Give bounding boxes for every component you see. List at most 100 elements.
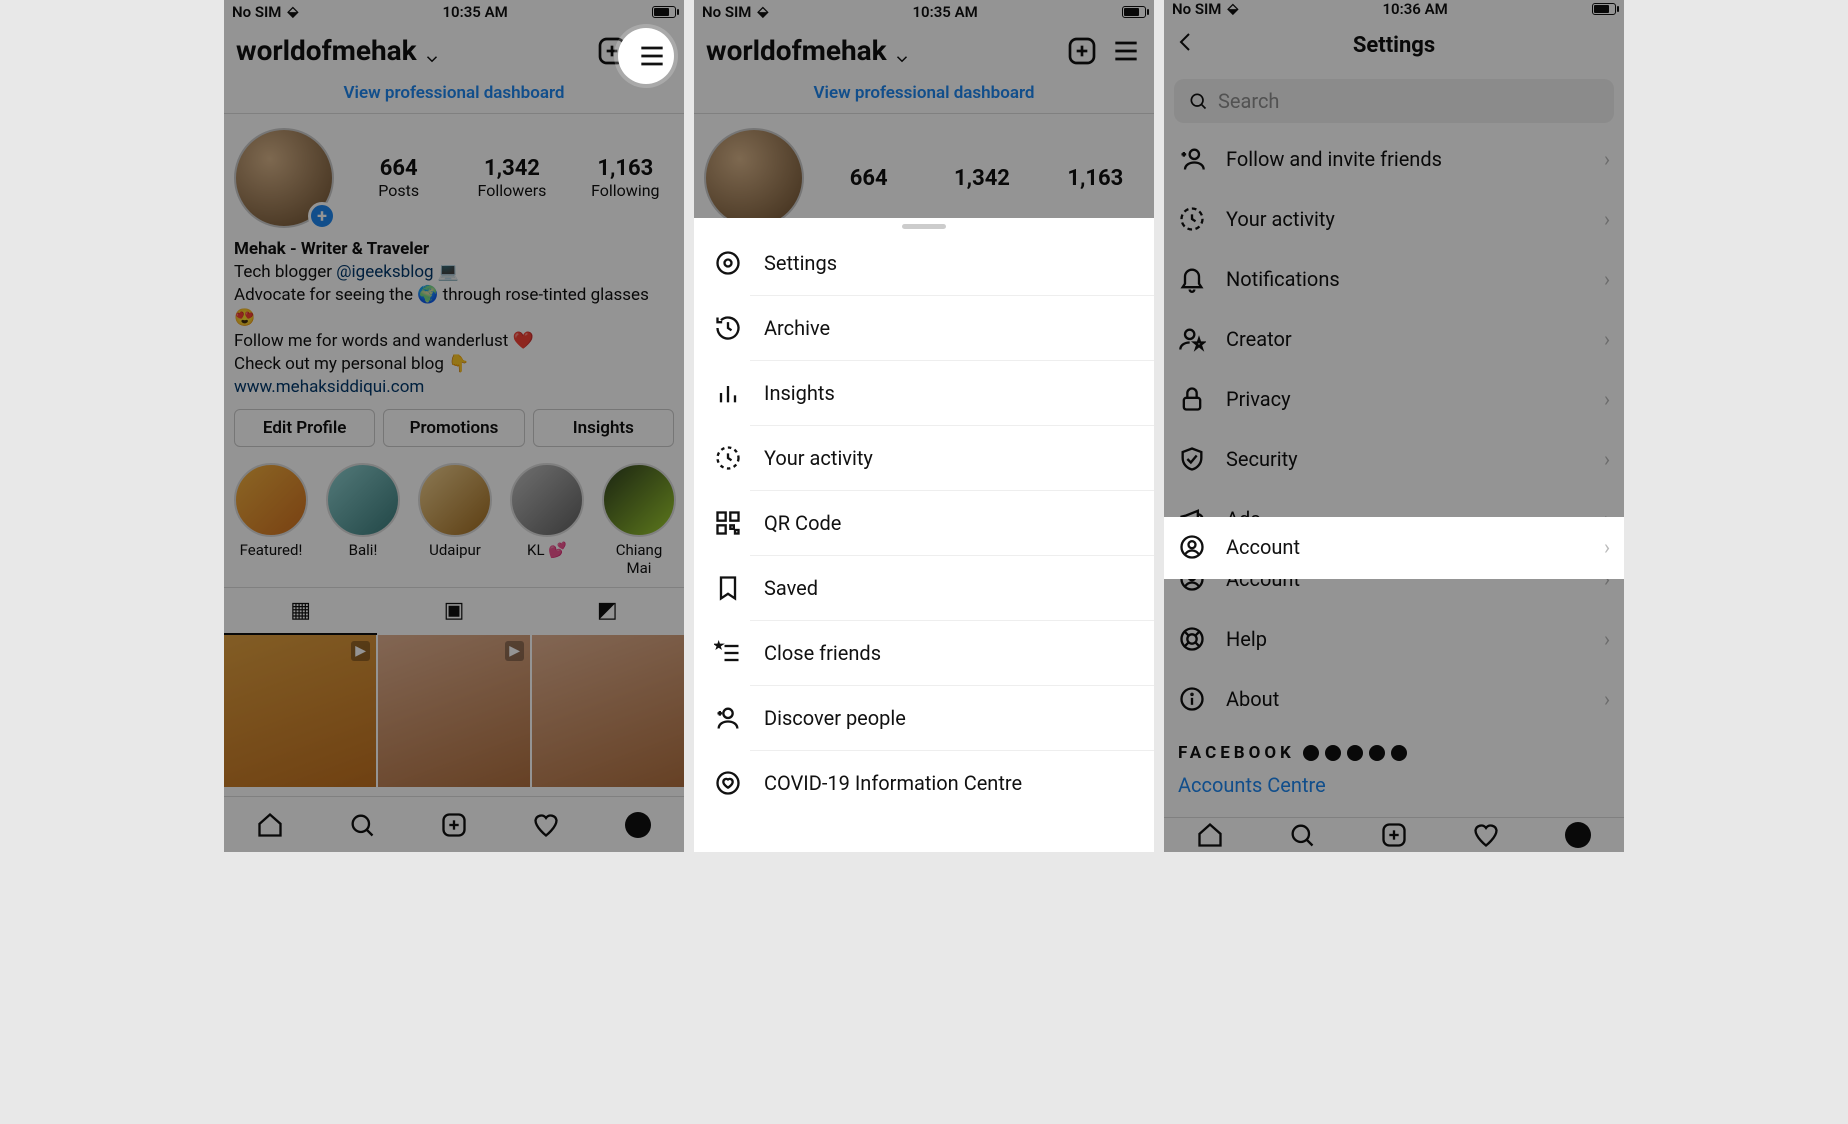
- edit-profile-button[interactable]: Edit Profile: [234, 409, 375, 447]
- settings-security[interactable]: Security ›: [1164, 429, 1624, 489]
- clock-icon: [1178, 205, 1206, 233]
- search-icon[interactable]: [1288, 821, 1316, 849]
- profile-avatar[interactable]: [704, 128, 804, 228]
- settings-account-highlight[interactable]: Account ›: [1164, 517, 1624, 579]
- gear-icon: [714, 249, 742, 277]
- add-person-icon: [1178, 145, 1206, 173]
- search-input[interactable]: Search: [1174, 79, 1614, 123]
- menu-saved[interactable]: Saved: [694, 556, 1154, 620]
- add-story-badge[interactable]: +: [308, 202, 336, 230]
- settings-creator[interactable]: Creator ›: [1164, 309, 1624, 369]
- profile-content-tabs: ▦ ▣ ◩: [224, 587, 684, 635]
- menu-discover-people[interactable]: Discover people: [694, 686, 1154, 750]
- username-switcher[interactable]: worldofmehak: [706, 34, 911, 67]
- menu-settings[interactable]: Settings: [694, 231, 1154, 295]
- bell-icon: [1178, 265, 1206, 293]
- highlight-item[interactable]: Featured!: [234, 463, 308, 577]
- settings-help[interactable]: Help ›: [1164, 609, 1624, 669]
- menu-qr-code[interactable]: QR Code: [694, 491, 1154, 555]
- stat-followers[interactable]: 1,342 Followers: [463, 156, 560, 200]
- settings-item-label: Help: [1226, 627, 1267, 651]
- post-thumbnail[interactable]: [532, 635, 684, 787]
- list-star-icon: [714, 639, 742, 667]
- tab-grid[interactable]: ▦: [224, 588, 377, 635]
- stat-following[interactable]: 1,163 Following: [577, 156, 674, 200]
- battery-icon: [1122, 6, 1146, 18]
- settings-privacy[interactable]: Privacy ›: [1164, 369, 1624, 429]
- settings-item-label: Account: [1226, 535, 1300, 559]
- settings-list: Follow and invite friends › Your activit…: [1164, 129, 1624, 817]
- settings-your-activity[interactable]: Your activity ›: [1164, 189, 1624, 249]
- hamburger-icon: [636, 40, 668, 72]
- stat-following[interactable]: 1,163: [1047, 166, 1144, 191]
- hamburger-icon[interactable]: [1110, 35, 1142, 67]
- menu-archive[interactable]: Archive: [694, 296, 1154, 360]
- posts-label: Posts: [350, 181, 447, 200]
- bio-mention[interactable]: @igeeksblog: [336, 262, 433, 282]
- home-icon[interactable]: [256, 811, 284, 839]
- highlight-item[interactable]: KL 💕: [510, 463, 584, 577]
- following-count: 1,163: [577, 156, 674, 181]
- menu-label: QR Code: [764, 511, 841, 535]
- activity-icon[interactable]: [532, 811, 560, 839]
- highlight-label: Featured!: [234, 541, 308, 559]
- tab-tagged[interactable]: ◩: [531, 588, 684, 635]
- highlight-label: Udaipur: [418, 541, 492, 559]
- profile-nav-icon[interactable]: [624, 811, 652, 839]
- bio-website-link[interactable]: www.mehaksiddiqui.com: [234, 377, 424, 397]
- hamburger-highlight[interactable]: [618, 28, 674, 84]
- professional-dashboard-link[interactable]: View professional dashboard: [224, 73, 684, 114]
- highlight-item[interactable]: Udaipur: [418, 463, 492, 577]
- highlight-label: KL 💕: [510, 541, 584, 559]
- menu-covid-info[interactable]: COVID-19 Information Centre: [694, 751, 1154, 815]
- settings-notifications[interactable]: Notifications ›: [1164, 249, 1624, 309]
- menu-close-friends[interactable]: Close friends: [694, 621, 1154, 685]
- followers-count: 1,342: [933, 166, 1030, 191]
- following-label: Following: [577, 181, 674, 200]
- bottom-nav: [1164, 817, 1624, 852]
- bottom-nav: [224, 796, 684, 852]
- settings-item-label: About: [1226, 687, 1279, 711]
- facebook-app-icons: [1303, 745, 1407, 761]
- settings-item-label: Privacy: [1226, 387, 1291, 411]
- post-thumbnail[interactable]: [378, 635, 530, 787]
- menu-your-activity[interactable]: Your activity: [694, 426, 1154, 490]
- promotions-button[interactable]: Promotions: [383, 409, 524, 447]
- profile-nav-icon[interactable]: [1564, 821, 1592, 849]
- create-icon[interactable]: [1380, 821, 1408, 849]
- username-label: worldofmehak: [706, 34, 887, 67]
- professional-dashboard-link[interactable]: View professional dashboard: [694, 73, 1154, 114]
- screen-1-profile: No SIM⬙ 10:35 AM worldofmehak View profe…: [224, 0, 684, 852]
- menu-label: Your activity: [764, 446, 873, 470]
- username-switcher[interactable]: worldofmehak: [236, 34, 441, 67]
- stat-posts[interactable]: 664: [820, 166, 917, 191]
- sheet-grabber[interactable]: [902, 224, 946, 229]
- stat-followers[interactable]: 1,342: [933, 166, 1030, 191]
- profile-header: worldofmehak: [694, 24, 1154, 73]
- stat-posts[interactable]: 664 Posts: [350, 156, 447, 200]
- battery-icon: [652, 6, 676, 18]
- settings-item-label: Notifications: [1226, 267, 1340, 291]
- activity-icon[interactable]: [1472, 821, 1500, 849]
- back-button[interactable]: [1174, 30, 1202, 61]
- settings-about[interactable]: About ›: [1164, 669, 1624, 729]
- profile-avatar[interactable]: +: [234, 128, 334, 228]
- post-thumbnail[interactable]: [224, 635, 376, 787]
- create-icon[interactable]: [440, 811, 468, 839]
- lifebuoy-icon: [1178, 625, 1206, 653]
- status-bar: No SIM⬙ 10:35 AM: [694, 0, 1154, 24]
- accounts-centre-link[interactable]: Accounts Centre: [1164, 767, 1624, 817]
- carrier-label: No SIM: [702, 3, 751, 21]
- menu-insights[interactable]: Insights: [694, 361, 1154, 425]
- menu-label: Close friends: [764, 641, 881, 665]
- search-icon[interactable]: [348, 811, 376, 839]
- insights-button[interactable]: Insights: [533, 409, 674, 447]
- home-icon[interactable]: [1196, 821, 1224, 849]
- highlight-item[interactable]: Chiang Mai: [602, 463, 676, 577]
- options-bottom-sheet: Settings Archive Insights Your activity …: [694, 218, 1154, 852]
- create-post-icon[interactable]: [1066, 35, 1098, 67]
- tab-reels[interactable]: ▣: [377, 588, 530, 635]
- highlight-item[interactable]: Bali!: [326, 463, 400, 577]
- search-placeholder: Search: [1218, 89, 1279, 113]
- settings-follow-invite[interactable]: Follow and invite friends ›: [1164, 129, 1624, 189]
